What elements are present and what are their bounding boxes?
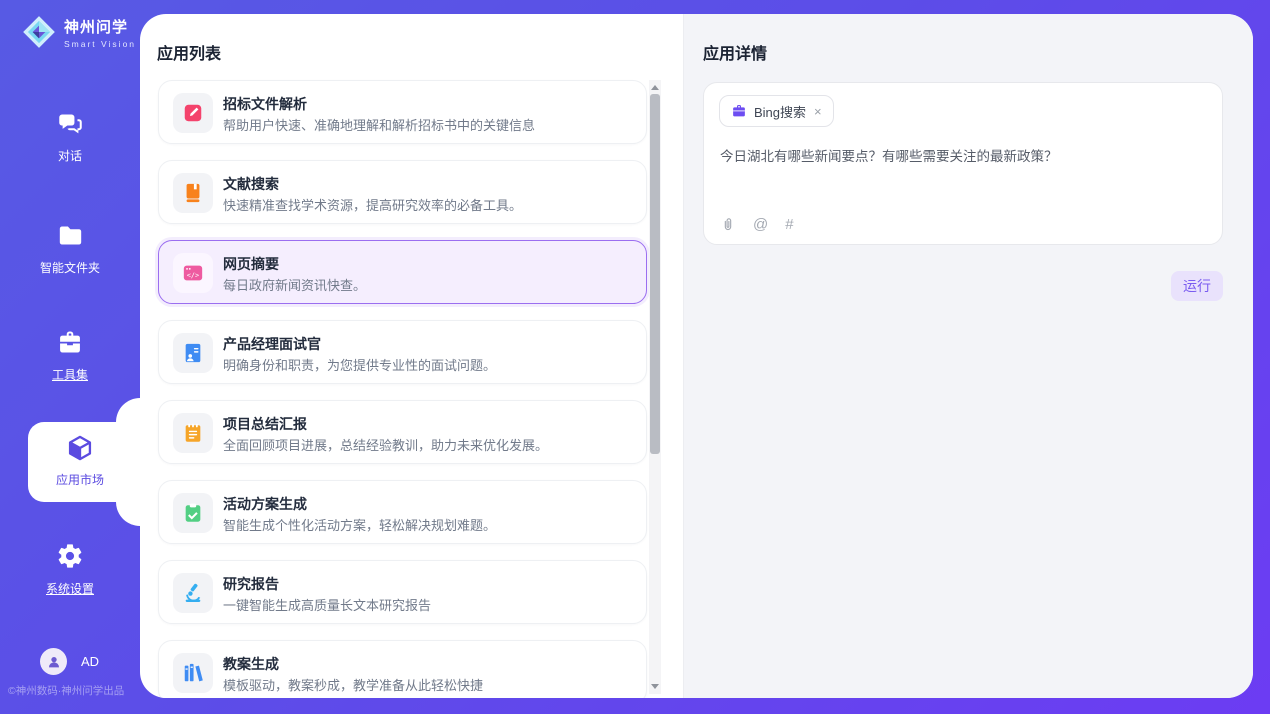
app-detail-section: 应用详情 Bing搜索 × 今日湖北有哪些新闻要点？有哪些需要关注的最新政策？ …	[683, 14, 1253, 698]
app-card-research-report[interactable]: 研究报告 一键智能生成高质量长文本研究报告	[158, 560, 647, 624]
person-icon	[46, 654, 62, 670]
app-card-web-summary[interactable]: </> 网页摘要 每日政府新闻资讯快查。	[158, 240, 647, 304]
close-icon[interactable]: ×	[813, 105, 823, 118]
app-name: 文献搜索	[223, 174, 279, 194]
app-desc: 帮助用户快速、准确地理解和解析招标书中的关键信息	[223, 115, 535, 134]
sidebar-item-app-market[interactable]: 应用市场	[28, 422, 140, 502]
app-name: 网页摘要	[223, 254, 279, 274]
app-name: 活动方案生成	[223, 494, 307, 514]
app-list-title: 应用列表	[157, 40, 221, 64]
app-icon-tile: </>	[173, 253, 213, 293]
app-card-project-summary[interactable]: 项目总结汇报 全面回顾项目进展，总结经验教训，助力未来优化发展。	[158, 400, 647, 464]
app-card-literature-search[interactable]: 文献搜索 快速精准查找学术资源，提高研究效率的必备工具。	[158, 160, 647, 224]
notepad-icon	[182, 422, 204, 444]
books-icon	[182, 662, 204, 684]
web-code-icon: </>	[182, 262, 204, 284]
app-name: 产品经理面试官	[223, 334, 321, 354]
app-icon-tile	[173, 493, 213, 533]
sidebar-item-settings[interactable]: 系统设置	[0, 542, 140, 597]
prompt-input[interactable]: 今日湖北有哪些新闻要点？有哪些需要关注的最新政策？	[720, 145, 1200, 165]
main-panel: 应用列表 招标文件解析 帮助用户快速、准确地理解和解析招标书中的关键信息 文献搜…	[140, 14, 1253, 698]
sidebar-item-label: 对话	[0, 147, 140, 164]
app-desc: 一键智能生成高质量长文本研究报告	[223, 595, 431, 614]
app-card-lesson-plan[interactable]: 教案生成 模板驱动，教案秒成，教学准备从此轻松快捷	[158, 640, 647, 698]
scroll-up-icon[interactable]	[651, 85, 659, 90]
app-desc: 快速精准查找学术资源，提高研究效率的必备工具。	[223, 195, 522, 214]
hash-tag-icon[interactable]: #	[785, 216, 793, 233]
app-card-pm-interviewer[interactable]: 产品经理面试官 明确身份和职责，为您提供专业性的面试问题。	[158, 320, 647, 384]
copyright-text: ©神州数码·神州问学出品	[8, 683, 124, 698]
doc-edit-icon	[182, 102, 204, 124]
cube-icon	[66, 434, 94, 462]
brand-subtitle: Smart Vision	[64, 39, 136, 49]
app-icon-tile	[173, 413, 213, 453]
tool-tag-label: Bing搜索	[754, 102, 806, 121]
folder-icon	[57, 222, 84, 249]
resume-icon	[182, 342, 204, 364]
sidebar-item-smart-folder[interactable]: 智能文件夹	[0, 222, 140, 276]
scroll-down-icon[interactable]	[651, 684, 659, 689]
tab-fillet-bottom	[116, 502, 140, 526]
tab-fillet-top	[116, 398, 140, 422]
brand-diamond-icon	[20, 13, 58, 51]
app-card-event-plan[interactable]: 活动方案生成 智能生成个性化活动方案，轻松解决规划难题。	[158, 480, 647, 544]
app-name: 项目总结汇报	[223, 414, 307, 434]
app-name: 教案生成	[223, 654, 279, 674]
sidebar-item-label: 系统设置	[0, 580, 140, 597]
sidebar-item-chat[interactable]: 对话	[0, 110, 140, 164]
paperclip-icon[interactable]	[720, 216, 736, 233]
user-menu[interactable]: AD	[40, 648, 99, 675]
app-icon-tile	[173, 93, 213, 133]
app-list-scrollbar[interactable]	[649, 80, 661, 694]
at-mention-icon[interactable]: @	[753, 216, 768, 233]
briefcase-icon	[731, 103, 747, 119]
brand-name: 神州问学	[64, 16, 136, 37]
clipboard-check-icon	[182, 502, 204, 524]
app-desc: 每日政府新闻资讯快查。	[223, 275, 366, 294]
run-button[interactable]: 运行	[1171, 271, 1223, 301]
sidebar: 神州问学 Smart Vision 对话 智能文件夹 工具集	[0, 0, 140, 714]
scrollbar-thumb[interactable]	[650, 94, 660, 454]
tool-tag-bing-search: Bing搜索 ×	[719, 95, 834, 127]
app-desc: 智能生成个性化活动方案，轻松解决规划难题。	[223, 515, 496, 534]
app-detail-title: 应用详情	[703, 40, 767, 64]
svg-text:</>: </>	[187, 272, 199, 280]
app-icon-tile	[173, 653, 213, 693]
sidebar-item-label: 工具集	[0, 366, 140, 383]
app-desc: 全面回顾项目进展，总结经验教训，助力未来优化发展。	[223, 435, 548, 454]
prompt-card: Bing搜索 × 今日湖北有哪些新闻要点？有哪些需要关注的最新政策？ @ #	[703, 82, 1223, 245]
app-name: 招标文件解析	[223, 94, 307, 114]
attachment-toolbar: @ #	[720, 216, 794, 233]
user-initials: AD	[81, 654, 99, 669]
brand-logo: 神州问学 Smart Vision	[20, 13, 136, 51]
app-icon-tile	[173, 173, 213, 213]
sidebar-item-toolset[interactable]: 工具集	[0, 328, 140, 383]
chat-icon	[57, 110, 84, 137]
app-desc: 明确身份和职责，为您提供专业性的面试问题。	[223, 355, 496, 374]
sidebar-item-label: 智能文件夹	[0, 259, 140, 276]
book-icon	[182, 182, 204, 204]
app-card-tender-parse[interactable]: 招标文件解析 帮助用户快速、准确地理解和解析招标书中的关键信息	[158, 80, 647, 144]
app-icon-tile	[173, 573, 213, 613]
sidebar-item-label: 应用市场	[40, 471, 120, 488]
app-icon-tile	[173, 333, 213, 373]
avatar	[40, 648, 67, 675]
microscope-icon	[182, 582, 204, 604]
toolbox-icon	[56, 328, 84, 356]
app-desc: 模板驱动，教案秒成，教学准备从此轻松快捷	[223, 675, 483, 694]
gear-icon	[56, 542, 84, 570]
app-name: 研究报告	[223, 574, 279, 594]
